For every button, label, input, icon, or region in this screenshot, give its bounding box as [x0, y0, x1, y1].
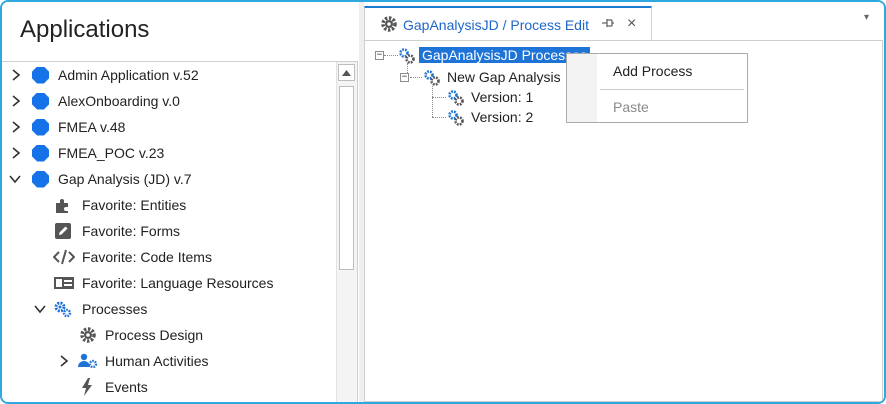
tree-item-alexonboarding[interactable]: AlexOnboarding v.0 [2, 88, 336, 114]
application-icon [32, 92, 49, 110]
tree-item-label: FMEA v.48 [58, 119, 126, 135]
chevron-down-icon[interactable] [9, 173, 21, 185]
tree-item-label: Admin Application v.52 [58, 67, 199, 83]
tree-connector [410, 77, 422, 78]
tree-item-label: Gap Analysis (JD) v.7 [58, 171, 192, 187]
tree-node-label: GapAnalysisJD Processes [419, 47, 590, 63]
menu-separator [600, 89, 744, 90]
chevron-right-icon[interactable] [10, 69, 22, 81]
process-tree-item-version[interactable]: Version: 1 [471, 87, 533, 107]
tree-connector [432, 97, 446, 98]
application-icon [32, 144, 49, 162]
process-tree-item-version[interactable]: Version: 2 [471, 107, 533, 127]
tree-item-favorite-code-items[interactable]: Favorite: Code Items [2, 244, 336, 270]
tab-strip: GapAnalysisJD / Process Edit × ▾ [364, 2, 884, 40]
collapse-toggle[interactable]: − [400, 73, 409, 82]
application-icon [32, 66, 49, 84]
tab-list-dropdown-icon[interactable]: ▾ [864, 12, 869, 23]
menu-item-paste[interactable]: Paste [613, 99, 649, 115]
pin-icon[interactable] [601, 17, 615, 32]
tree-item-favorite-forms[interactable]: Favorite: Forms [2, 218, 336, 244]
tree-item-label: Favorite: Language Resources [82, 275, 274, 291]
chevron-right-icon[interactable] [58, 355, 70, 367]
process-tree-root[interactable]: GapAnalysisJD Processes [419, 45, 590, 65]
gears-icon [54, 300, 72, 318]
tree-item-events[interactable]: Events [2, 374, 336, 400]
tree-connector [432, 117, 446, 118]
tree-item-label: FMEA_POC v.23 [58, 145, 165, 161]
puzzle-icon [54, 196, 72, 214]
tree-item-label: AlexOnboarding v.0 [58, 93, 180, 109]
tree-item-label: Favorite: Code Items [82, 249, 212, 265]
tree-node-label: New Gap Analysis [447, 69, 561, 85]
chevron-down-icon[interactable] [34, 303, 46, 315]
tree-item-processes[interactable]: Processes [2, 296, 336, 322]
process-tree-item-new-gap-analysis[interactable]: New Gap Analysis [447, 67, 561, 87]
tree-item-process-design[interactable]: Process Design [2, 322, 336, 348]
tree-item-label: Events [105, 379, 148, 395]
pencil-icon [54, 222, 72, 240]
tree-item-favorite-language-resources[interactable]: Favorite: Language Resources [2, 270, 336, 296]
tree-item-label: Processes [82, 301, 148, 317]
lightning-icon [80, 378, 98, 396]
scroll-up-button[interactable] [338, 64, 355, 81]
menu-item-add-process[interactable]: Add Process [613, 63, 692, 79]
vertical-scrollbar[interactable] [336, 62, 357, 402]
tab-process-edit[interactable]: GapAnalysisJD / Process Edit × [364, 6, 652, 40]
application-icon [32, 118, 49, 136]
context-menu: Add Process Paste [566, 53, 748, 123]
scrollbar-thumb[interactable] [339, 86, 354, 270]
chevron-right-icon[interactable] [10, 147, 22, 159]
close-icon[interactable]: × [627, 15, 636, 33]
app-window: Applications Admin Application v.52 Alex… [0, 0, 886, 404]
application-icon [32, 170, 49, 188]
chevron-right-icon[interactable] [10, 95, 22, 107]
gears-icon [423, 69, 441, 87]
applications-tree: Admin Application v.52 AlexOnboarding v.… [2, 61, 358, 402]
context-menu-gutter [567, 54, 597, 122]
gears-icon [447, 89, 465, 107]
gears-icon [398, 47, 416, 65]
tree-item-favorite-entities[interactable]: Favorite: Entities [2, 192, 336, 218]
tree-connector [432, 86, 433, 117]
users-gear-icon [78, 352, 98, 370]
code-icon [52, 248, 76, 266]
tree-node-label: Version: 1 [471, 89, 534, 105]
tree-item-label: Favorite: Forms [82, 223, 181, 239]
tree-item-admin-application[interactable]: Admin Application v.52 [2, 62, 336, 88]
tree-item-human-activities[interactable]: Human Activities [2, 348, 336, 374]
gears-icon [447, 109, 465, 127]
panel-title: Applications [20, 16, 150, 43]
tree-item-label: Favorite: Entities [82, 197, 187, 213]
gear-icon [380, 15, 398, 33]
tree-item-gap-analysis[interactable]: Gap Analysis (JD) v.7 [2, 166, 336, 192]
tree-item-fmea[interactable]: FMEA v.48 [2, 114, 336, 140]
tree-item-fmea-poc[interactable]: FMEA_POC v.23 [2, 140, 336, 166]
chevron-right-icon[interactable] [10, 121, 22, 133]
language-icon [53, 275, 75, 293]
tree-connector [384, 55, 398, 56]
applications-panel: Applications Admin Application v.52 Alex… [2, 2, 359, 402]
tree-node-label: Version: 2 [471, 109, 534, 125]
tree-item-label: Process Design [105, 327, 204, 343]
collapse-toggle[interactable]: − [375, 51, 384, 60]
gear-icon [79, 326, 97, 344]
tree-item-label: Human Activities [105, 353, 209, 369]
tab-title: GapAnalysisJD / Process Edit [403, 17, 589, 33]
